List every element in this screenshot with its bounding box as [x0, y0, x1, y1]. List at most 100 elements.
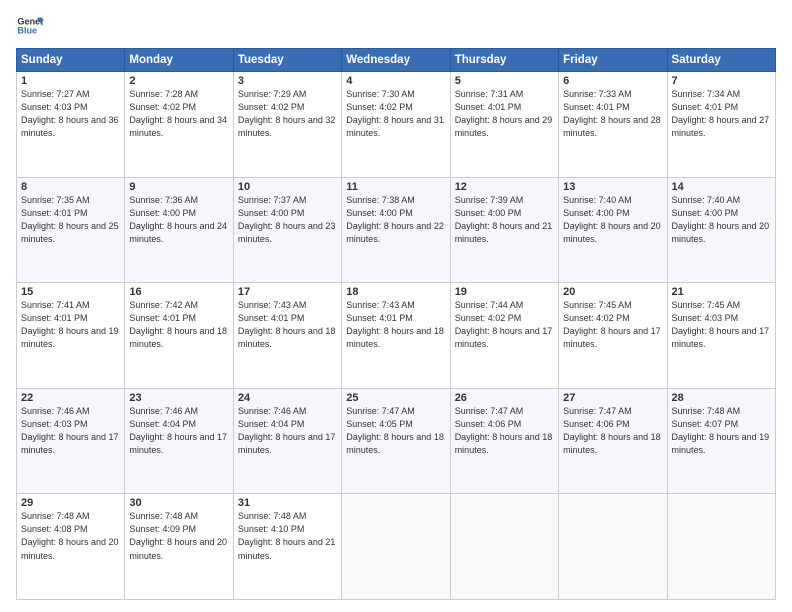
cell-info: Sunrise: 7:47 AMSunset: 4:06 PMDaylight:…: [455, 405, 554, 457]
calendar-cell: 5 Sunrise: 7:31 AMSunset: 4:01 PMDayligh…: [450, 72, 558, 178]
cell-info: Sunrise: 7:33 AMSunset: 4:01 PMDaylight:…: [563, 88, 662, 140]
cell-info: Sunrise: 7:47 AMSunset: 4:05 PMDaylight:…: [346, 405, 445, 457]
cell-info: Sunrise: 7:48 AMSunset: 4:08 PMDaylight:…: [21, 510, 120, 562]
day-number: 18: [346, 286, 445, 298]
day-number: 29: [21, 497, 120, 509]
cell-info: Sunrise: 7:34 AMSunset: 4:01 PMDaylight:…: [672, 88, 771, 140]
calendar-cell: 24 Sunrise: 7:46 AMSunset: 4:04 PMDaylig…: [233, 388, 341, 494]
calendar-cell: 13 Sunrise: 7:40 AMSunset: 4:00 PMDaylig…: [559, 177, 667, 283]
cell-info: Sunrise: 7:43 AMSunset: 4:01 PMDaylight:…: [238, 299, 337, 351]
day-number: 17: [238, 286, 337, 298]
cell-info: Sunrise: 7:44 AMSunset: 4:02 PMDaylight:…: [455, 299, 554, 351]
day-number: 26: [455, 392, 554, 404]
cell-info: Sunrise: 7:37 AMSunset: 4:00 PMDaylight:…: [238, 194, 337, 246]
cell-info: Sunrise: 7:46 AMSunset: 4:04 PMDaylight:…: [238, 405, 337, 457]
day-number: 11: [346, 181, 445, 193]
day-number: 22: [21, 392, 120, 404]
day-number: 27: [563, 392, 662, 404]
day-number: 16: [129, 286, 228, 298]
calendar-cell: 15 Sunrise: 7:41 AMSunset: 4:01 PMDaylig…: [17, 283, 125, 389]
calendar-cell: 17 Sunrise: 7:43 AMSunset: 4:01 PMDaylig…: [233, 283, 341, 389]
calendar-cell: [342, 494, 450, 600]
cell-info: Sunrise: 7:48 AMSunset: 4:07 PMDaylight:…: [672, 405, 771, 457]
calendar-cell: 20 Sunrise: 7:45 AMSunset: 4:02 PMDaylig…: [559, 283, 667, 389]
calendar-cell: 14 Sunrise: 7:40 AMSunset: 4:00 PMDaylig…: [667, 177, 775, 283]
page-header: General Blue: [16, 12, 776, 40]
calendar-day-header: Sunday: [17, 49, 125, 72]
calendar-cell: 2 Sunrise: 7:28 AMSunset: 4:02 PMDayligh…: [125, 72, 233, 178]
calendar-week-row: 1 Sunrise: 7:27 AMSunset: 4:03 PMDayligh…: [17, 72, 776, 178]
calendar-cell: [450, 494, 558, 600]
calendar-cell: 11 Sunrise: 7:38 AMSunset: 4:00 PMDaylig…: [342, 177, 450, 283]
cell-info: Sunrise: 7:46 AMSunset: 4:03 PMDaylight:…: [21, 405, 120, 457]
cell-info: Sunrise: 7:31 AMSunset: 4:01 PMDaylight:…: [455, 88, 554, 140]
cell-info: Sunrise: 7:48 AMSunset: 4:09 PMDaylight:…: [129, 510, 228, 562]
cell-info: Sunrise: 7:41 AMSunset: 4:01 PMDaylight:…: [21, 299, 120, 351]
calendar-cell: 29 Sunrise: 7:48 AMSunset: 4:08 PMDaylig…: [17, 494, 125, 600]
calendar-day-header: Tuesday: [233, 49, 341, 72]
calendar-cell: 23 Sunrise: 7:46 AMSunset: 4:04 PMDaylig…: [125, 388, 233, 494]
calendar-week-row: 15 Sunrise: 7:41 AMSunset: 4:01 PMDaylig…: [17, 283, 776, 389]
calendar-day-header: Saturday: [667, 49, 775, 72]
day-number: 2: [129, 75, 228, 87]
calendar-page: General Blue SundayMondayTuesdayWednesda…: [0, 0, 792, 612]
day-number: 6: [563, 75, 662, 87]
day-number: 1: [21, 75, 120, 87]
day-number: 31: [238, 497, 337, 509]
calendar-week-row: 29 Sunrise: 7:48 AMSunset: 4:08 PMDaylig…: [17, 494, 776, 600]
day-number: 8: [21, 181, 120, 193]
cell-info: Sunrise: 7:27 AMSunset: 4:03 PMDaylight:…: [21, 88, 120, 140]
day-number: 21: [672, 286, 771, 298]
calendar-cell: 4 Sunrise: 7:30 AMSunset: 4:02 PMDayligh…: [342, 72, 450, 178]
calendar-cell: 8 Sunrise: 7:35 AMSunset: 4:01 PMDayligh…: [17, 177, 125, 283]
day-number: 30: [129, 497, 228, 509]
day-number: 24: [238, 392, 337, 404]
calendar-cell: 19 Sunrise: 7:44 AMSunset: 4:02 PMDaylig…: [450, 283, 558, 389]
cell-info: Sunrise: 7:46 AMSunset: 4:04 PMDaylight:…: [129, 405, 228, 457]
calendar-cell: 9 Sunrise: 7:36 AMSunset: 4:00 PMDayligh…: [125, 177, 233, 283]
calendar-cell: 27 Sunrise: 7:47 AMSunset: 4:06 PMDaylig…: [559, 388, 667, 494]
calendar-table: SundayMondayTuesdayWednesdayThursdayFrid…: [16, 48, 776, 600]
calendar-cell: 6 Sunrise: 7:33 AMSunset: 4:01 PMDayligh…: [559, 72, 667, 178]
cell-info: Sunrise: 7:29 AMSunset: 4:02 PMDaylight:…: [238, 88, 337, 140]
cell-info: Sunrise: 7:38 AMSunset: 4:00 PMDaylight:…: [346, 194, 445, 246]
calendar-cell: [559, 494, 667, 600]
calendar-day-header: Wednesday: [342, 49, 450, 72]
logo: General Blue: [16, 12, 44, 40]
calendar-cell: [667, 494, 775, 600]
calendar-day-header: Monday: [125, 49, 233, 72]
calendar-cell: 1 Sunrise: 7:27 AMSunset: 4:03 PMDayligh…: [17, 72, 125, 178]
calendar-cell: 30 Sunrise: 7:48 AMSunset: 4:09 PMDaylig…: [125, 494, 233, 600]
calendar-cell: 22 Sunrise: 7:46 AMSunset: 4:03 PMDaylig…: [17, 388, 125, 494]
calendar-day-header: Friday: [559, 49, 667, 72]
calendar-cell: 16 Sunrise: 7:42 AMSunset: 4:01 PMDaylig…: [125, 283, 233, 389]
calendar-week-row: 8 Sunrise: 7:35 AMSunset: 4:01 PMDayligh…: [17, 177, 776, 283]
calendar-cell: 26 Sunrise: 7:47 AMSunset: 4:06 PMDaylig…: [450, 388, 558, 494]
cell-info: Sunrise: 7:40 AMSunset: 4:00 PMDaylight:…: [672, 194, 771, 246]
day-number: 25: [346, 392, 445, 404]
day-number: 5: [455, 75, 554, 87]
calendar-day-header: Thursday: [450, 49, 558, 72]
day-number: 23: [129, 392, 228, 404]
day-number: 13: [563, 181, 662, 193]
day-number: 14: [672, 181, 771, 193]
cell-info: Sunrise: 7:48 AMSunset: 4:10 PMDaylight:…: [238, 510, 337, 562]
cell-info: Sunrise: 7:35 AMSunset: 4:01 PMDaylight:…: [21, 194, 120, 246]
calendar-body: 1 Sunrise: 7:27 AMSunset: 4:03 PMDayligh…: [17, 72, 776, 600]
calendar-cell: 21 Sunrise: 7:45 AMSunset: 4:03 PMDaylig…: [667, 283, 775, 389]
cell-info: Sunrise: 7:30 AMSunset: 4:02 PMDaylight:…: [346, 88, 445, 140]
calendar-header-row: SundayMondayTuesdayWednesdayThursdayFrid…: [17, 49, 776, 72]
calendar-cell: 10 Sunrise: 7:37 AMSunset: 4:00 PMDaylig…: [233, 177, 341, 283]
calendar-cell: 25 Sunrise: 7:47 AMSunset: 4:05 PMDaylig…: [342, 388, 450, 494]
day-number: 4: [346, 75, 445, 87]
cell-info: Sunrise: 7:36 AMSunset: 4:00 PMDaylight:…: [129, 194, 228, 246]
calendar-cell: 18 Sunrise: 7:43 AMSunset: 4:01 PMDaylig…: [342, 283, 450, 389]
cell-info: Sunrise: 7:28 AMSunset: 4:02 PMDaylight:…: [129, 88, 228, 140]
day-number: 3: [238, 75, 337, 87]
day-number: 28: [672, 392, 771, 404]
calendar-cell: 31 Sunrise: 7:48 AMSunset: 4:10 PMDaylig…: [233, 494, 341, 600]
day-number: 10: [238, 181, 337, 193]
cell-info: Sunrise: 7:47 AMSunset: 4:06 PMDaylight:…: [563, 405, 662, 457]
svg-text:Blue: Blue: [17, 26, 37, 36]
calendar-week-row: 22 Sunrise: 7:46 AMSunset: 4:03 PMDaylig…: [17, 388, 776, 494]
